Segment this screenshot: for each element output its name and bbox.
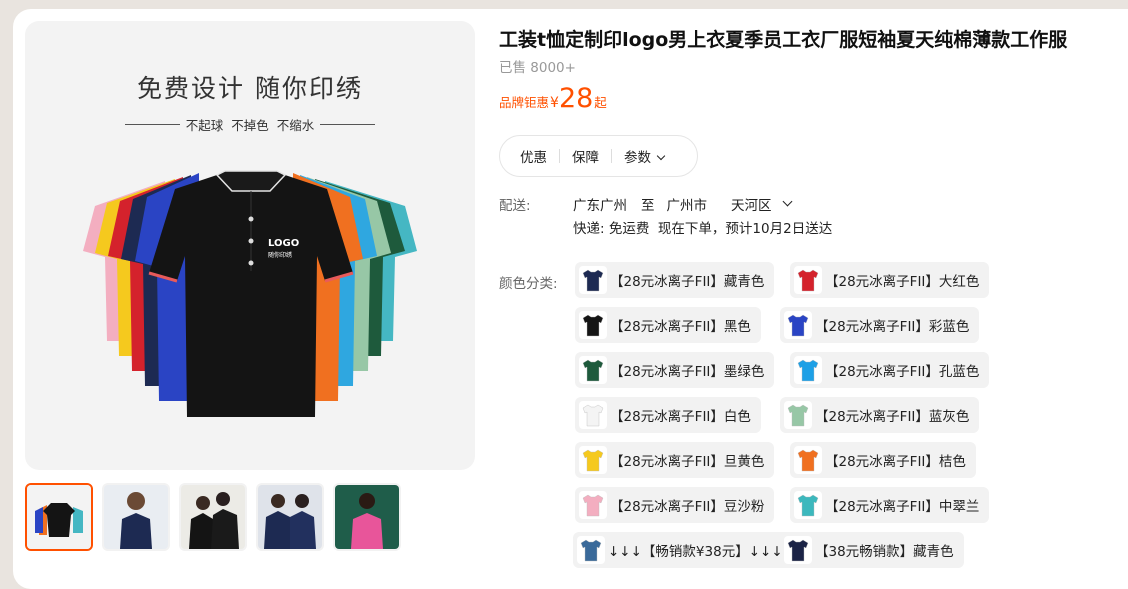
color-swatch-shirt-icon bbox=[794, 446, 822, 474]
color-option-label: 【28元冰离子FII】桔色 bbox=[825, 454, 966, 470]
color-swatch-shirt-icon bbox=[784, 536, 812, 564]
price-prefix: 品牌钜惠 bbox=[499, 95, 550, 110]
thumbnail-1[interactable] bbox=[25, 483, 93, 551]
slogan-divider-right bbox=[320, 124, 375, 125]
color-option[interactable]: 【28元冰离子FII】旦黄色 bbox=[575, 442, 775, 478]
color-swatch-shirt-icon bbox=[579, 311, 607, 339]
color-swatch-shirt-icon bbox=[579, 356, 607, 384]
thumbnail-couple-black-image bbox=[181, 485, 245, 549]
tab-params-label: 参数 bbox=[624, 150, 651, 166]
shirt-logo-text: LOGO bbox=[268, 238, 300, 249]
price-currency: ¥ bbox=[550, 95, 559, 111]
color-option[interactable]: 【28元冰离子FII】中翠兰 bbox=[790, 487, 990, 523]
shipping-district[interactable]: 天河区 bbox=[731, 194, 772, 214]
color-option-label: 【28元冰离子FII】白色 bbox=[610, 409, 751, 425]
color-option-label: 【28元冰离子FII】黑色 bbox=[610, 319, 751, 335]
color-option-label: 【28元冰离子FII】墨绿色 bbox=[610, 364, 765, 380]
thumbnail-2[interactable] bbox=[102, 483, 170, 551]
color-option-label: 【28元冰离子FII】豆沙粉 bbox=[610, 499, 765, 515]
color-swatch-shirt-icon bbox=[784, 401, 812, 429]
color-swatch-shirt-icon bbox=[577, 536, 605, 564]
tab-divider bbox=[611, 149, 612, 163]
shipping-from: 广东广州 bbox=[573, 198, 627, 214]
color-swatch-shirt-icon bbox=[794, 491, 822, 519]
color-option[interactable]: 【28元冰离子FII】彩蓝色 bbox=[780, 307, 980, 343]
thumbnail-3[interactable] bbox=[179, 483, 247, 551]
info-tabs: 优惠 保障 参数 bbox=[499, 135, 698, 177]
color-swatch-shirt-icon bbox=[794, 356, 822, 384]
color-option[interactable]: ↓↓↓【畅销款¥38元】↓↓↓ bbox=[573, 532, 793, 568]
color-swatch-shirt-icon bbox=[579, 266, 607, 294]
color-option-label: 【28元冰离子FII】彩蓝色 bbox=[815, 319, 970, 335]
price-amount: 28 bbox=[558, 83, 594, 114]
color-option[interactable]: 【28元冰离子FII】墨绿色 bbox=[575, 352, 775, 388]
color-swatch-shirt-icon bbox=[579, 401, 607, 429]
color-category-label: 颜色分类: bbox=[499, 276, 558, 292]
color-option[interactable]: 【38元畅销款】藏青色 bbox=[780, 532, 964, 568]
color-option[interactable]: 【28元冰离子FII】孔蓝色 bbox=[790, 352, 990, 388]
shirt-logo-subtext: 随你印绣 bbox=[268, 252, 293, 259]
color-option-label: 【28元冰离子FII】藏青色 bbox=[610, 274, 765, 290]
color-option-label: 【28元冰离子FII】大红色 bbox=[825, 274, 980, 290]
color-option[interactable]: 【28元冰离子FII】大红色 bbox=[790, 262, 990, 298]
shipping-label: 配送: bbox=[499, 198, 531, 214]
color-option[interactable]: 【28元冰离子FII】蓝灰色 bbox=[780, 397, 980, 433]
thumbnail-strip bbox=[25, 483, 401, 551]
tab-discount[interactable]: 优惠 bbox=[520, 146, 547, 166]
shipping-city[interactable]: 广州市 bbox=[667, 194, 708, 214]
price-row: 品牌钜惠 ¥ 28 起 bbox=[499, 85, 607, 112]
thumbnail-woman-pink-image bbox=[335, 485, 399, 549]
slogan-divider-left bbox=[125, 124, 180, 125]
color-option-label: 【28元冰离子FII】中翠兰 bbox=[825, 499, 980, 515]
main-product-image[interactable]: 免费设计 随你印绣 不起球 不掉色 不缩水 LOGO 随你印绣 bbox=[25, 21, 475, 470]
color-option-label: 【28元冰离子FII】孔蓝色 bbox=[825, 364, 980, 380]
image-sub-slogan: 不起球 不掉色 不缩水 bbox=[125, 115, 375, 134]
image-slogan: 免费设计 随你印绣 bbox=[137, 74, 363, 103]
color-option[interactable]: 【28元冰离子FII】桔色 bbox=[790, 442, 976, 478]
sold-count: 已售 8000+ bbox=[499, 60, 576, 76]
thumbnail-couple-navy-image bbox=[258, 485, 322, 549]
price-suffix: 起 bbox=[594, 95, 607, 110]
color-swatch-shirt-icon bbox=[794, 266, 822, 294]
color-swatch-shirt-icon bbox=[579, 446, 607, 474]
thumbnail-woman-navy-image bbox=[104, 485, 168, 549]
color-option[interactable]: 【28元冰离子FII】藏青色 bbox=[575, 262, 775, 298]
color-swatch-shirt-icon bbox=[579, 491, 607, 519]
color-option-label: 【38元畅销款】藏青色 bbox=[815, 544, 954, 560]
product-title: 工装t恤定制印logo男上衣夏季员工衣厂服短袖夏天纯棉薄款工作服 bbox=[499, 29, 1068, 51]
tab-guarantee[interactable]: 保障 bbox=[572, 146, 599, 166]
shipping-to-word: 至 bbox=[641, 198, 655, 214]
polo-shirts-fan-illustration bbox=[83, 170, 417, 417]
shipping-info: 快递: 免运费 现在下单，预计10月2日送达 bbox=[573, 221, 833, 237]
color-option-label: ↓↓↓【畅销款¥38元】↓↓↓ bbox=[608, 544, 783, 560]
sub-slogan-text: 不起球 不掉色 不缩水 bbox=[185, 118, 315, 133]
color-option[interactable]: 【28元冰离子FII】黑色 bbox=[575, 307, 761, 343]
color-swatch-shirt-icon bbox=[784, 311, 812, 339]
thumbnail-shirts-image bbox=[27, 485, 91, 549]
chevron-down-icon bbox=[656, 151, 666, 161]
thumbnail-4[interactable] bbox=[256, 483, 324, 551]
color-option-label: 【28元冰离子FII】旦黄色 bbox=[610, 454, 765, 470]
tab-divider bbox=[559, 149, 560, 163]
tab-params[interactable]: 参数 bbox=[624, 146, 666, 166]
shipping-route: 广东广州 至 广州市 天河区 bbox=[573, 194, 792, 214]
thumbnail-5[interactable] bbox=[333, 483, 401, 551]
color-option[interactable]: 【28元冰离子FII】豆沙粉 bbox=[575, 487, 775, 523]
district-chevron-down-icon[interactable] bbox=[782, 196, 792, 206]
color-option[interactable]: 【28元冰离子FII】白色 bbox=[575, 397, 761, 433]
color-option-label: 【28元冰离子FII】蓝灰色 bbox=[815, 409, 970, 425]
